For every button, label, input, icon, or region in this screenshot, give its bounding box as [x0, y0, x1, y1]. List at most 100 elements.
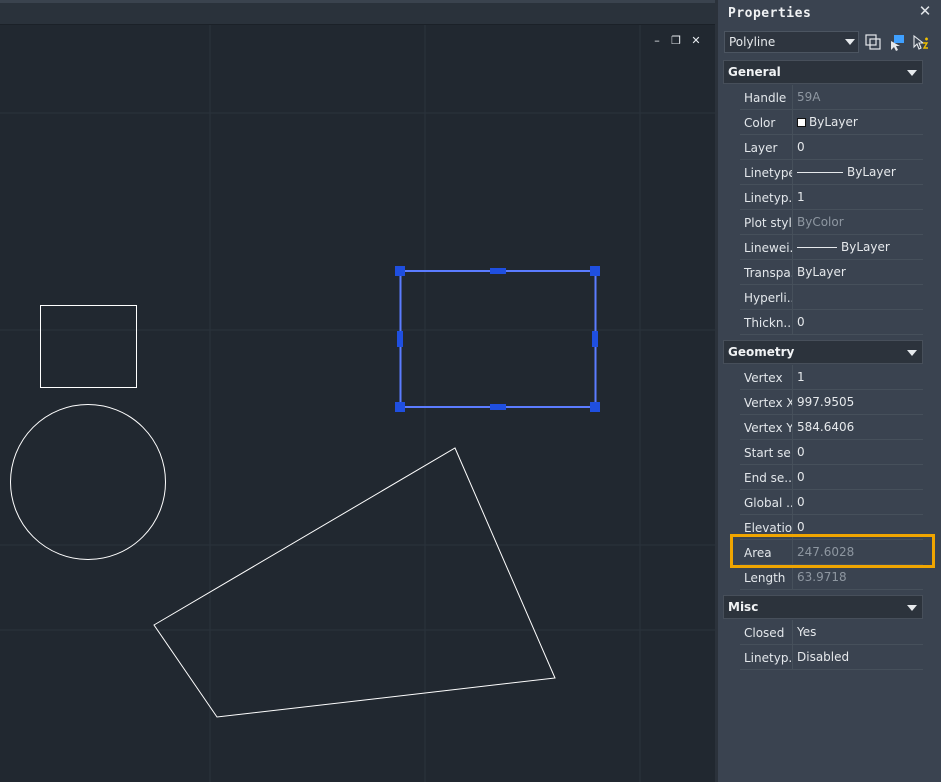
chevron-down-icon[interactable] [907, 70, 917, 76]
prop-name: Vertex Y [740, 415, 793, 439]
prop-row-color[interactable]: Color ByLayer [740, 110, 923, 135]
chevron-down-icon [845, 39, 855, 45]
prop-value[interactable]: 0 [797, 440, 923, 464]
section-geometry-title: Geometry [728, 345, 795, 359]
close-icon[interactable]: ✕ [689, 34, 703, 48]
corner-grip [590, 266, 600, 276]
prop-value[interactable]: ByLayer [797, 260, 923, 284]
section-general[interactable]: General [723, 60, 923, 84]
prop-row-closed[interactable]: Closed Yes [740, 620, 923, 645]
prop-row-vertex-x[interactable]: Vertex X 997.9505 [740, 390, 923, 415]
lineweight-preview [797, 247, 837, 248]
prop-value[interactable]: Disabled [797, 645, 923, 669]
prop-row-transparency[interactable]: Transpa... ByLayer [740, 260, 923, 285]
prop-value[interactable]: 997.9505 [797, 390, 923, 414]
prop-name: Linetyp... [740, 645, 793, 669]
prop-row-lineweight[interactable]: Linewei... ByLayer [740, 235, 923, 260]
object-type-select[interactable]: Polyline [724, 31, 859, 53]
prop-name: Linetype [740, 160, 793, 184]
prop-row-layer[interactable]: Layer 0 [740, 135, 923, 160]
prop-name: Color [740, 110, 793, 134]
section-general-title: General [728, 65, 781, 79]
toggle-pickadd-icon[interactable] [912, 33, 931, 52]
prop-value: ByLayer [841, 240, 890, 254]
prop-value-wrap[interactable]: ByLayer [797, 110, 923, 134]
prop-value: ByColor [797, 215, 844, 229]
corner-grip [395, 402, 405, 412]
prop-value-wrap[interactable]: ByLayer [797, 160, 923, 184]
object-type-label: Polyline [729, 35, 776, 49]
prop-name: End se... [740, 465, 793, 489]
prop-name: Layer [740, 135, 793, 159]
prop-name: Thickn... [740, 310, 793, 334]
prop-name: Plot style [740, 210, 793, 234]
prop-value: 59A [797, 90, 821, 104]
prop-name: Hyperli... [740, 285, 793, 309]
prop-row-vertex-y[interactable]: Vertex Y 584.6406 [740, 415, 923, 440]
restore-icon[interactable]: ❐ [669, 34, 683, 48]
prop-name: Start se... [740, 440, 793, 464]
prop-row-plot-style: Plot style ByColor [740, 210, 923, 235]
prop-name: Linetyp... [740, 185, 793, 209]
prop-value-wrap[interactable]: ByLayer [797, 235, 923, 259]
panel-title: Properties [728, 6, 812, 21]
prop-name: Transpa... [740, 260, 793, 284]
corner-grip [590, 402, 600, 412]
section-misc-title: Misc [728, 600, 759, 614]
prop-value[interactable]: 0 [797, 135, 923, 159]
prop-value[interactable]: 1 [797, 185, 923, 209]
drawing-svg[interactable] [0, 25, 715, 782]
properties-panel: Properties ✕ Polyline General Handle 59A… [715, 0, 941, 782]
selected-polyline[interactable] [399, 270, 597, 408]
minimize-icon[interactable]: – [650, 34, 664, 48]
prop-row-hyperlink[interactable]: Hyperli... [740, 285, 923, 310]
chevron-down-icon[interactable] [907, 350, 917, 356]
prop-value[interactable]: 1 [797, 365, 923, 389]
chevron-down-icon[interactable] [907, 605, 917, 611]
section-misc[interactable]: Misc [723, 595, 923, 619]
prop-row-linetype-generation[interactable]: Linetyp... Disabled [740, 645, 923, 670]
prop-name: Vertex [740, 365, 793, 389]
section-geometry[interactable]: Geometry [723, 340, 923, 364]
grid [0, 25, 715, 782]
square-entity[interactable] [40, 305, 137, 388]
prop-row-linetype[interactable]: Linetype ByLayer [740, 160, 923, 185]
prop-row-end-segment-width[interactable]: End se... 0 [740, 465, 923, 490]
prop-value: 63.9718 [797, 570, 847, 584]
prop-value[interactable]: 584.6406 [797, 415, 923, 439]
prop-value[interactable]: 0 [797, 465, 923, 489]
prop-row-length: Length 63.9718 [740, 565, 923, 590]
prop-name: Vertex X [740, 390, 793, 414]
prop-value[interactable]: Yes [797, 620, 923, 644]
drawing-canvas[interactable]: – ❐ ✕ [0, 25, 715, 782]
midpoint-grip [397, 331, 403, 347]
grips[interactable] [395, 266, 600, 412]
prop-value: ByLayer [809, 115, 858, 129]
prop-value[interactable] [797, 285, 923, 309]
midpoint-grip [592, 331, 598, 347]
prop-row-thickness[interactable]: Thickn... 0 [740, 310, 923, 335]
select-objects-icon[interactable] [864, 33, 883, 52]
prop-row-handle: Handle 59A [740, 85, 923, 110]
circle-entity[interactable] [10, 404, 166, 560]
prop-row-linetype-scale[interactable]: Linetyp... 1 [740, 185, 923, 210]
prop-name: Length [740, 565, 793, 589]
quad-entity[interactable] [153, 447, 556, 718]
prop-row-start-segment-width[interactable]: Start se... 0 [740, 440, 923, 465]
tab-strip [0, 3, 715, 25]
prop-name: Global ... [740, 490, 793, 514]
color-swatch [797, 118, 806, 127]
midpoint-grip [490, 404, 506, 410]
panel-close-icon[interactable]: ✕ [917, 3, 933, 19]
prop-name: Handle [740, 85, 793, 109]
prop-value: ByLayer [847, 165, 896, 179]
linetype-preview [797, 172, 843, 173]
midpoint-grip [490, 268, 506, 274]
prop-name: Linewei... [740, 235, 793, 259]
prop-value[interactable]: 0 [797, 310, 923, 334]
prop-name: Closed [740, 620, 793, 644]
prop-row-global-width[interactable]: Global ... 0 [740, 490, 923, 515]
prop-row-vertex[interactable]: Vertex 1 [740, 365, 923, 390]
quick-select-icon[interactable] [888, 33, 907, 52]
prop-value[interactable]: 0 [797, 490, 923, 514]
